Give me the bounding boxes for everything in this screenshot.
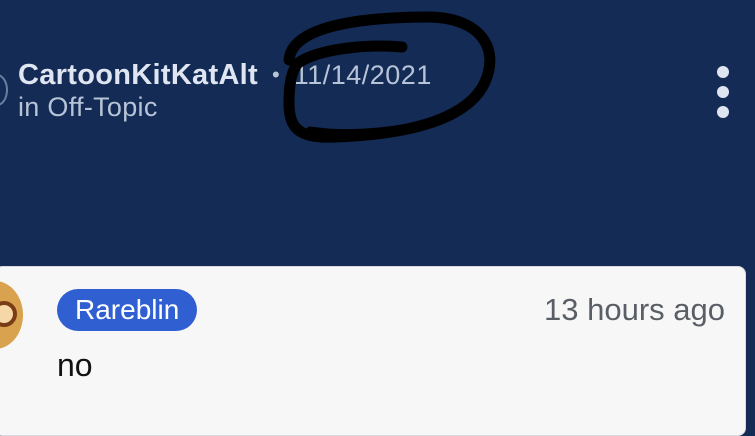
menu-dot — [717, 66, 729, 78]
comment-text: no — [57, 347, 93, 383]
post-date: 11/14/2021 — [293, 59, 432, 90]
post-meta-line: CartoonKitKatAlt • 11/14/2021 — [18, 58, 432, 92]
comment-card: Rareblin 13 hours ago no — [0, 266, 746, 436]
author-avatar[interactable] — [0, 74, 8, 106]
commenter-username[interactable]: Rareblin — [57, 289, 198, 331]
menu-dot — [717, 86, 729, 98]
author-name[interactable]: CartoonKitKatAlt — [18, 59, 258, 92]
comment-time: 13 hours ago — [544, 292, 725, 327]
meta-separator: • — [272, 62, 280, 87]
menu-dot — [717, 106, 729, 118]
black-scribble-annotation — [283, 11, 496, 143]
more-vertical-icon[interactable] — [706, 62, 740, 122]
commenter-avatar[interactable] — [0, 281, 23, 349]
post-category[interactable]: in Off-Topic — [18, 92, 158, 123]
post-header: CartoonKitKatAlt • 11/14/2021 in Off-Top… — [0, 0, 755, 268]
